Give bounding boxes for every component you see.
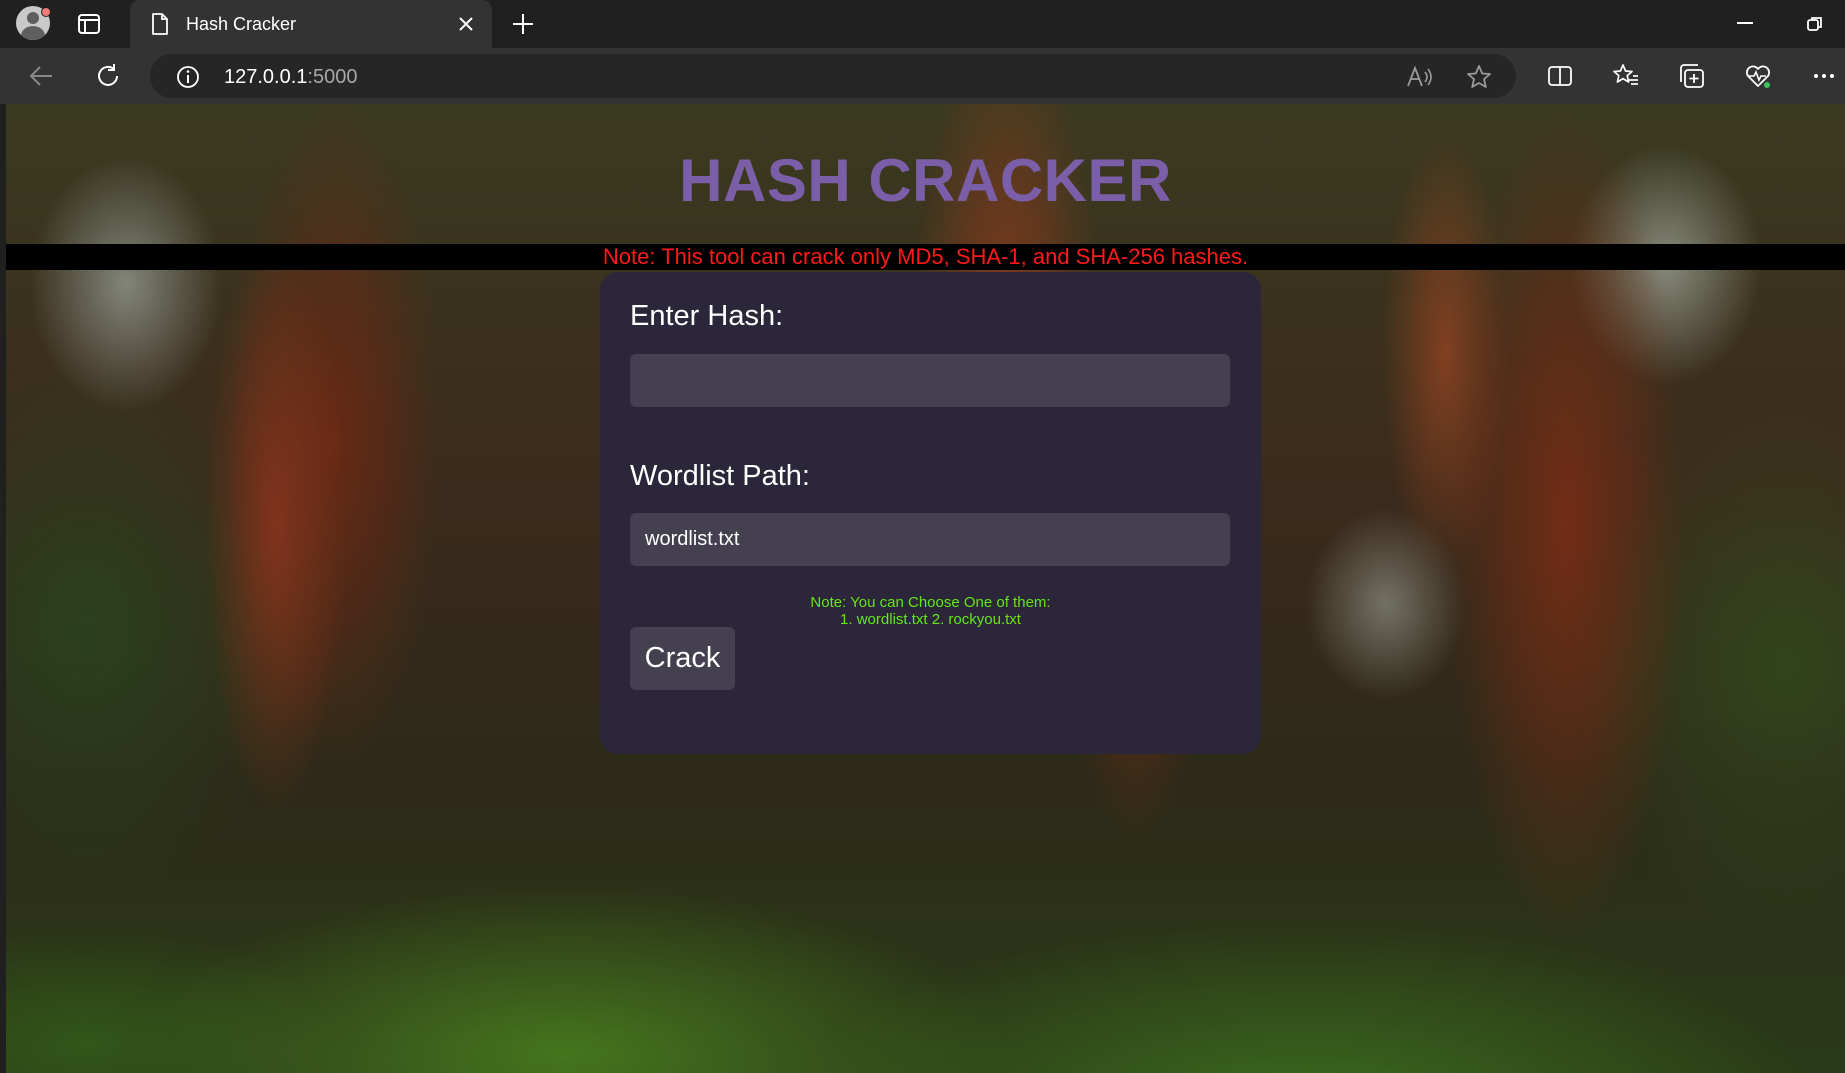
browser-tab-bar: Hash Cracker: [0, 0, 1845, 48]
page-document-icon: [152, 13, 168, 35]
browser-toolbar: 127.0.0.1:5000: [0, 48, 1845, 104]
tab-actions-icon[interactable]: [76, 11, 102, 37]
url-host: 127.0.0.1: [224, 66, 308, 88]
page-viewport: HASH CRACKER Note: This tool can crack o…: [6, 104, 1845, 1073]
hash-input[interactable]: [630, 354, 1230, 407]
page-title: HASH CRACKER: [679, 147, 1172, 214]
favorites-icon[interactable]: [1612, 62, 1640, 90]
browser-essentials-icon[interactable]: [1744, 62, 1772, 90]
restore-window-icon[interactable]: [1806, 15, 1824, 33]
tab-title: Hash Cracker: [186, 14, 297, 34]
tab-hash-cracker[interactable]: Hash Cracker: [130, 0, 492, 48]
collections-icon[interactable]: [1678, 62, 1706, 90]
url-text[interactable]: 127.0.0.1:5000: [224, 66, 357, 89]
more-options-icon[interactable]: [1810, 62, 1838, 90]
site-info-icon[interactable]: [176, 65, 200, 89]
refresh-icon[interactable]: [94, 62, 122, 90]
favorite-star-icon[interactable]: [1466, 64, 1492, 90]
back-icon[interactable]: [28, 64, 54, 88]
notice-banner: Note: This tool can crack only MD5, SHA-…: [6, 244, 1845, 270]
address-bar[interactable]: 127.0.0.1:5000: [150, 54, 1516, 98]
notification-dot: [41, 7, 51, 17]
close-tab-icon[interactable]: [456, 14, 476, 34]
read-aloud-icon[interactable]: [1406, 64, 1434, 90]
minimize-window-icon[interactable]: [1737, 22, 1753, 24]
split-screen-icon[interactable]: [1546, 62, 1574, 90]
url-port: :5000: [307, 66, 358, 88]
wordlist-path-input[interactable]: [630, 513, 1230, 566]
crack-button[interactable]: Crack: [630, 627, 735, 690]
wordlist-hint-line-1: Note: You can Choose One of them:: [810, 594, 1051, 611]
crack-form-card: Enter Hash: Wordlist Path: Note: You can…: [600, 272, 1261, 754]
wordlist-hint-line-2: 1. wordlist.txt 2. rockyou.txt: [840, 611, 1021, 628]
hash-label: Enter Hash:: [630, 300, 784, 332]
wordlist-label: Wordlist Path:: [630, 460, 810, 492]
wordlist-hint: Note: You can Choose One of them: 1. wor…: [600, 594, 1261, 628]
new-tab-icon[interactable]: [510, 11, 536, 37]
